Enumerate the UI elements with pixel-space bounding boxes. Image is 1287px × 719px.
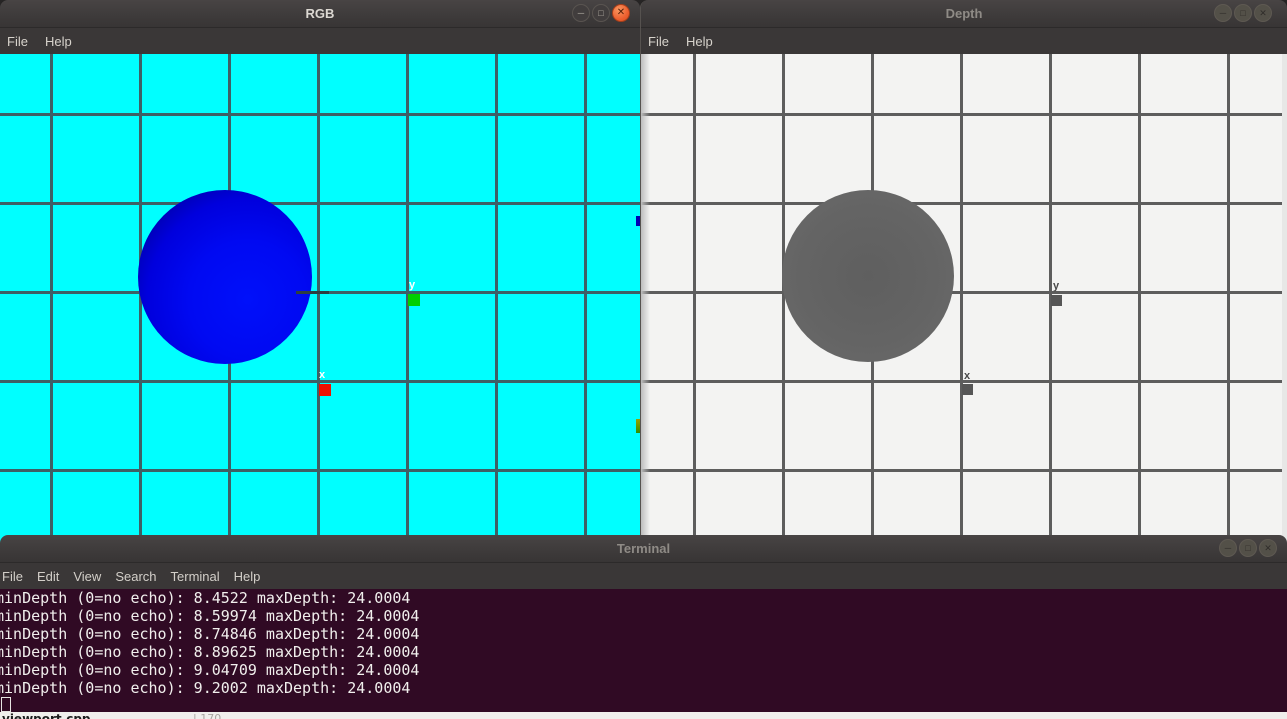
maximize-icon: □ xyxy=(1245,544,1250,553)
edge-marker-clipped xyxy=(636,419,640,433)
maximize-button[interactable]: □ xyxy=(592,4,610,22)
background-window-marks: | 170 xyxy=(193,712,221,719)
depth-titlebar[interactable]: Depth ─ □ ✕ xyxy=(641,0,1287,28)
minimize-icon: ─ xyxy=(1225,544,1231,553)
rgb-menubar: File Help xyxy=(0,28,640,54)
terminal-line: minDepth (0=no echo): 9.2002 maxDepth: 2… xyxy=(0,679,1287,697)
depth-menubar: File Help xyxy=(641,28,1287,54)
y-axis-marker xyxy=(1051,295,1062,306)
terminal-window-title: Terminal xyxy=(0,541,1287,556)
terminal-line: minDepth (0=no echo): 8.74846 maxDepth: … xyxy=(0,625,1287,643)
terminal-menu-view[interactable]: View xyxy=(73,569,101,584)
close-button[interactable]: ✕ xyxy=(1254,4,1272,22)
depth-menu-help[interactable]: Help xyxy=(686,34,713,49)
rgb-menu-file[interactable]: File xyxy=(7,34,28,49)
blue-sphere xyxy=(138,190,312,364)
terminal-menu-file[interactable]: File xyxy=(2,569,23,584)
x-axis-label: x xyxy=(319,370,325,381)
minimize-button[interactable]: ─ xyxy=(572,4,590,22)
terminal-line: minDepth (0=no echo): 8.89625 maxDepth: … xyxy=(0,643,1287,661)
background-window-tab[interactable]: viewport.cpp xyxy=(2,712,91,719)
depth-window-controls: ─ □ ✕ xyxy=(1214,4,1272,22)
close-button[interactable]: ✕ xyxy=(612,4,630,22)
background-window-sliver: viewport.cpp | 170 xyxy=(0,712,1287,719)
rgb-titlebar[interactable]: RGB ─ □ ✕ xyxy=(0,0,640,28)
terminal-window: Terminal ─ □ ✕ File Edit View Search Ter… xyxy=(0,535,1287,712)
terminal-titlebar[interactable]: Terminal ─ □ ✕ xyxy=(0,535,1287,563)
minimize-button[interactable]: ─ xyxy=(1214,4,1232,22)
depth-window-title: Depth xyxy=(641,6,1287,21)
y-axis-label: y xyxy=(409,280,415,291)
x-axis-marker xyxy=(319,384,331,396)
maximize-icon: □ xyxy=(1240,9,1245,18)
close-icon: ✕ xyxy=(1264,544,1272,553)
terminal-menu-terminal[interactable]: Terminal xyxy=(171,569,220,584)
maximize-button[interactable]: □ xyxy=(1234,4,1252,22)
terminal-line: minDepth (0=no echo): 8.4522 maxDepth: 2… xyxy=(0,589,1287,607)
minimize-icon: ─ xyxy=(1220,9,1226,18)
close-button[interactable]: ✕ xyxy=(1259,539,1277,557)
minimize-button[interactable]: ─ xyxy=(1219,539,1237,557)
close-icon: ✕ xyxy=(1259,9,1267,18)
rgb-window-title: RGB xyxy=(0,6,640,21)
terminal-line: minDepth (0=no echo): 9.04709 maxDepth: … xyxy=(0,661,1287,679)
gray-sphere xyxy=(782,190,954,362)
y-axis-marker xyxy=(408,294,420,306)
maximize-icon: □ xyxy=(598,9,603,18)
terminal-menu-search[interactable]: Search xyxy=(115,569,156,584)
y-axis-label: y xyxy=(1053,281,1059,292)
terminal-menu-edit[interactable]: Edit xyxy=(37,569,59,584)
maximize-button[interactable]: □ xyxy=(1239,539,1257,557)
z-axis-marker-clipped xyxy=(636,216,640,226)
depth-menu-file[interactable]: File xyxy=(648,34,669,49)
terminal-menu-help[interactable]: Help xyxy=(234,569,261,584)
x-axis-marker xyxy=(962,384,973,395)
terminal-line: minDepth (0=no echo): 8.59974 maxDepth: … xyxy=(0,607,1287,625)
close-icon: ✕ xyxy=(617,8,625,18)
rgb-window-controls: ─ □ ✕ xyxy=(572,4,630,22)
terminal-menubar: File Edit View Search Terminal Help xyxy=(0,563,1287,589)
sphere-edge-tick xyxy=(296,291,329,294)
rgb-menu-help[interactable]: Help xyxy=(45,34,72,49)
minimize-icon: ─ xyxy=(578,9,584,18)
terminal-output[interactable]: minDepth (0=no echo): 8.4522 maxDepth: 2… xyxy=(0,589,1287,712)
terminal-window-controls: ─ □ ✕ xyxy=(1219,539,1277,557)
x-axis-label: x xyxy=(964,371,970,382)
terminal-cursor xyxy=(1,697,11,712)
